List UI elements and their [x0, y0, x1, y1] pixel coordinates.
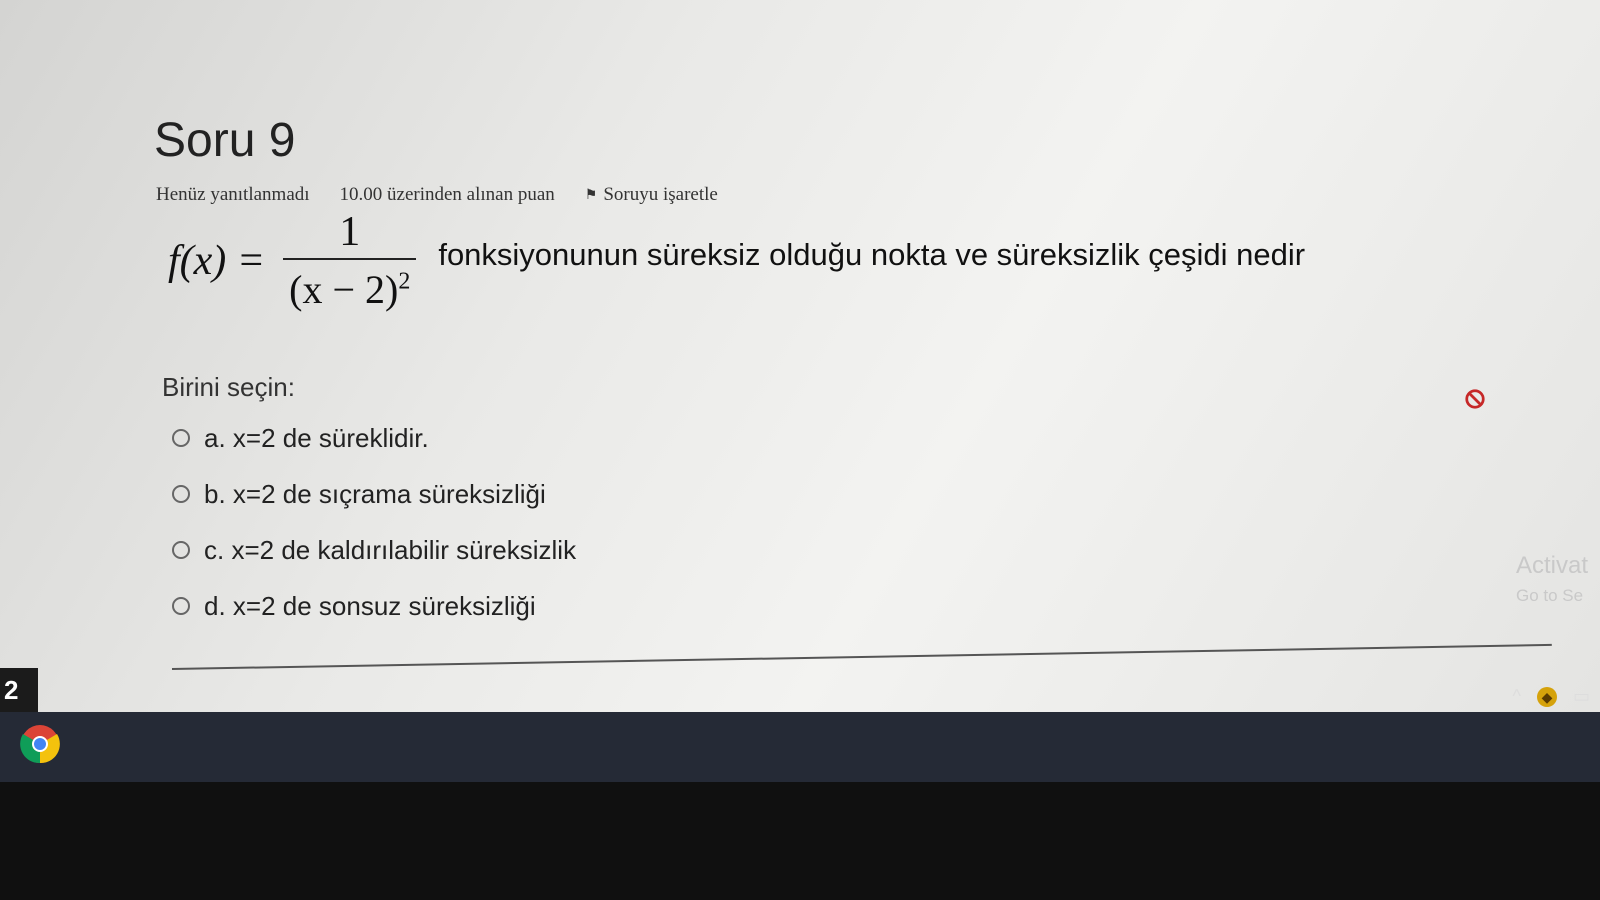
screen: Soru 9 Henüz yanıtlanmadı 10.00 üzerinde… [0, 0, 1600, 712]
formula-fraction: 1 (x − 2)2 [283, 208, 417, 313]
taskbar: ^ ◆ ▭ [0, 686, 1600, 782]
system-tray: ^ ◆ ▭ [1513, 686, 1590, 707]
chevron-up-icon[interactable]: ^ [1513, 686, 1521, 707]
radio-a[interactable] [172, 429, 190, 447]
option-d-label: d. x=2 de sonsuz süreksizliği [204, 590, 536, 621]
points-info: 10.00 üzerinden alınan puan [339, 184, 555, 205]
option-c-label: c. x=2 de kaldırılabilir süreksizlik [204, 534, 577, 565]
option-a[interactable]: a. x=2 de süreklidir. [172, 410, 576, 466]
formula-lhs: f(x) = [168, 237, 266, 284]
flag-question-label: Soruyu işaretle [603, 184, 718, 205]
question-title: Soru 9 [154, 114, 296, 167]
page-number: 2 [0, 668, 38, 712]
formula-denominator: (x − 2)2 [283, 258, 417, 313]
question-body: fonksiyonunun süreksiz olduğu nokta ve s… [438, 236, 1306, 272]
prohibit-icon[interactable] [1464, 388, 1486, 410]
formula-denominator-base: (x − 2) [289, 267, 399, 312]
option-b[interactable]: b. x=2 de sıçrama süreksizliği [172, 466, 576, 522]
option-d[interactable]: d. x=2 de sonsuz süreksizliği [172, 578, 576, 634]
flag-question-link[interactable]: ⚑ Soruyu işaretle [585, 184, 718, 206]
tray-app-icon[interactable]: ◆ [1536, 686, 1557, 707]
answer-prompt: Birini seçin: [162, 372, 295, 402]
radio-d[interactable] [172, 597, 190, 615]
radio-b[interactable] [172, 485, 190, 503]
formula-denominator-exp: 2 [398, 268, 411, 295]
option-b-label: b. x=2 de sıçrama süreksizliği [204, 478, 546, 509]
answer-status: Henüz yanıtlanmadı [156, 184, 310, 205]
formula-numerator: 1 [339, 209, 361, 255]
divider [171, 643, 1552, 670]
flag-icon: ⚑ [584, 187, 598, 203]
option-a-label: a. x=2 de süreklidir. [204, 422, 429, 453]
network-icon[interactable]: ▭ [1573, 686, 1590, 707]
question-text: f(x) = 1 (x − 2)2 fonksiyonunun süreksiz… [168, 208, 1305, 313]
watermark-line1: Activat [1516, 552, 1589, 579]
chrome-icon[interactable] [20, 724, 60, 764]
option-c[interactable]: c. x=2 de kaldırılabilir süreksizlik [172, 522, 576, 578]
answer-options: a. x=2 de süreklidir. b. x=2 de sıçrama … [172, 410, 576, 634]
radio-c[interactable] [172, 541, 190, 559]
formula: f(x) = 1 (x − 2)2 [168, 208, 434, 313]
activation-watermark: Activat Go to Se [1516, 552, 1588, 606]
question-meta: Henüz yanıtlanmadı 10.00 üzerinden alına… [156, 184, 718, 206]
watermark-line2: Go to Se [1516, 586, 1584, 605]
